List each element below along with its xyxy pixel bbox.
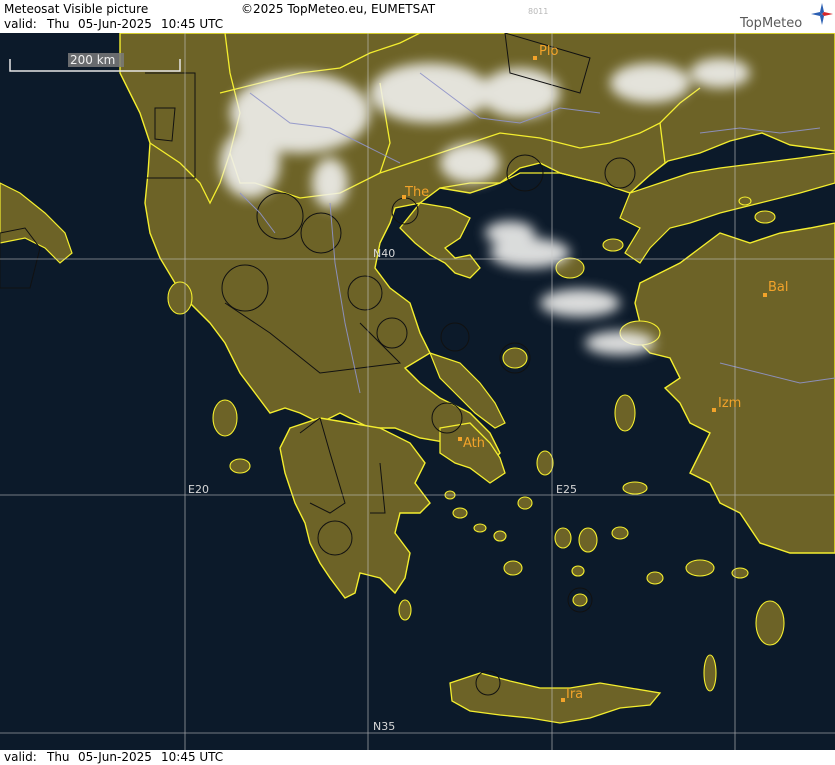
footer-valid-day: Thu <box>47 750 70 764</box>
valid-day: Thu <box>47 17 70 31</box>
footer-valid-time: 10:45 UTC <box>161 750 224 764</box>
image-code: 8011 <box>528 7 549 16</box>
compass-logo-icon <box>811 3 833 25</box>
grid-label-n35: N35 <box>373 720 395 733</box>
scale-bar-label: 200 km <box>70 53 115 67</box>
city-dot-izm <box>712 408 716 412</box>
copyright-text: ©2025 TopMeteo.eu, EUMETSAT <box>241 2 436 16</box>
city-dot-plo <box>533 56 537 60</box>
footer-valid-date: 05-Jun-2025 <box>78 750 152 764</box>
footer-valid-label: valid: <box>4 750 37 764</box>
valid-label: valid: <box>4 17 37 31</box>
weather-map-frame: Meteosat Visible picture ©2025 TopMeteo.… <box>0 0 835 765</box>
city-label-ath: Ath <box>463 436 485 451</box>
logo-text: TopMeteo <box>740 16 803 31</box>
city-label-bal: Bal <box>768 280 789 295</box>
city-label-plo: Plo <box>539 44 558 59</box>
city-dot-ath <box>458 437 462 441</box>
grid-label-n40: N40 <box>373 247 395 260</box>
city-label-the: The <box>404 185 429 200</box>
footer-bar: valid: Thu 05-Jun-2025 10:45 UTC <box>0 750 835 765</box>
valid-date: 05-Jun-2025 <box>78 17 152 31</box>
city-label-izm: Izm <box>718 396 741 411</box>
header-bar: Meteosat Visible picture ©2025 TopMeteo.… <box>0 0 835 33</box>
satellite-map[interactable]: N40 N35 E20 E25 200 km Plo The Bal Izm A… <box>0 33 835 750</box>
grid-label-e25: E25 <box>556 483 577 496</box>
map-title: Meteosat Visible picture <box>4 2 149 16</box>
city-dot-ira <box>561 698 565 702</box>
city-dot-bal <box>763 293 767 297</box>
valid-time: 10:45 UTC <box>161 17 224 31</box>
city-label-ira: Ira <box>566 687 583 702</box>
grid-label-e20: E20 <box>188 483 209 496</box>
